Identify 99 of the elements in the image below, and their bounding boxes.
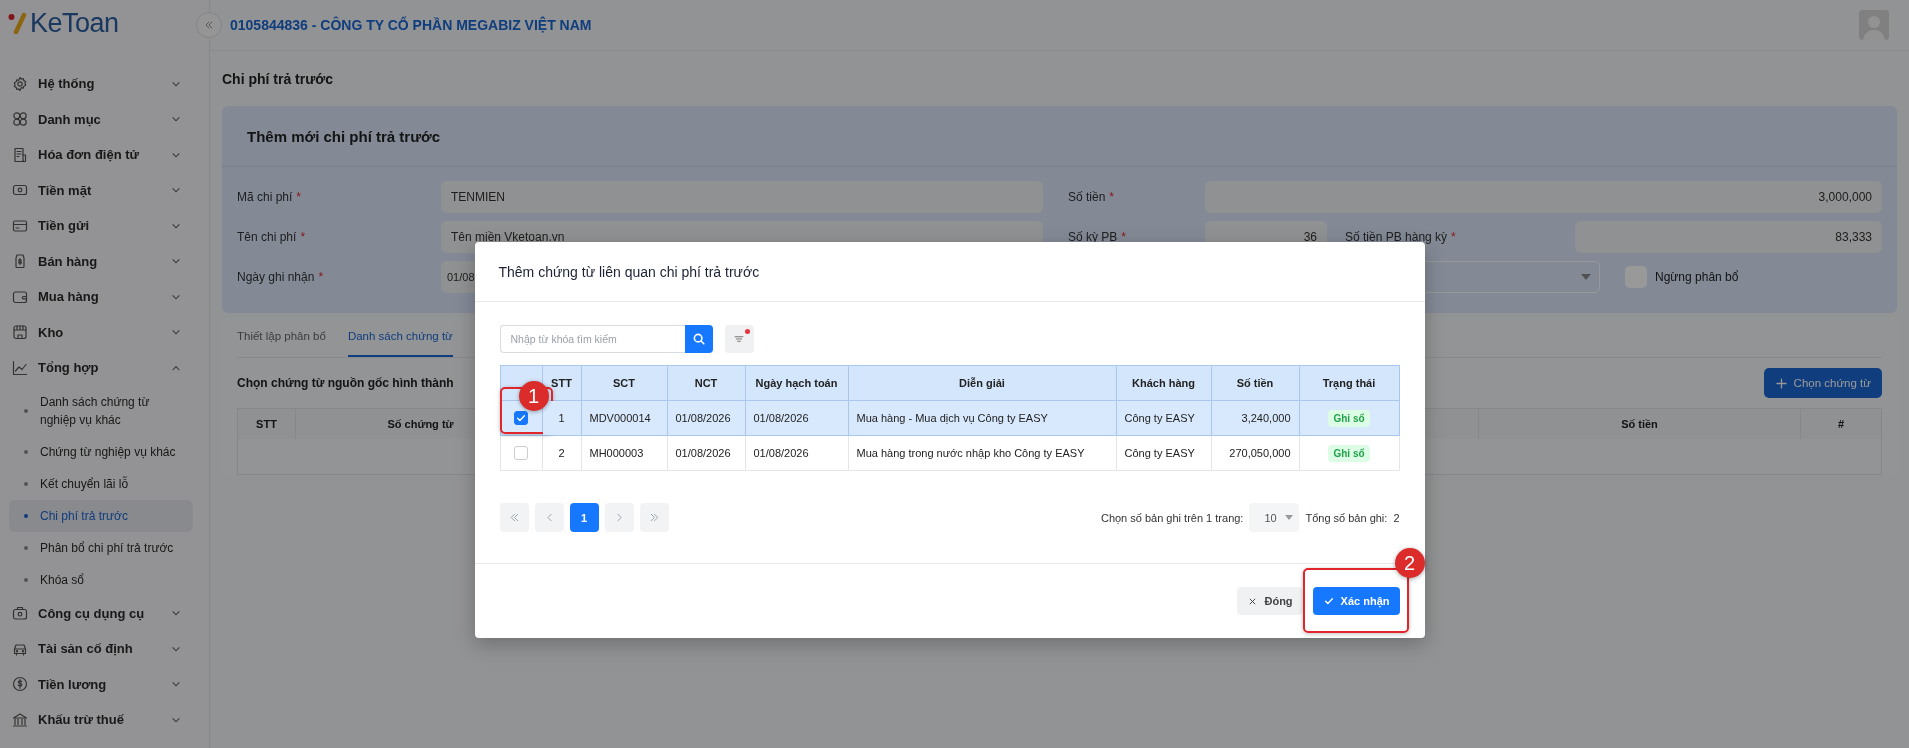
filter-button[interactable] <box>724 325 754 353</box>
nav-item[interactable]: Hệ thống <box>0 66 209 102</box>
nav-item[interactable]: Bán hàng <box>0 243 209 279</box>
table-cell: 3,240,000 <box>1241 412 1291 424</box>
tab[interactable]: Danh sách chứng từ <box>347 317 453 357</box>
nav-subitem[interactable]: Chứng từ nghiệp vụ khác <box>9 435 193 468</box>
grid-icon <box>12 111 28 128</box>
logo-icon <box>8 12 28 34</box>
column-header: Số tiền <box>1479 408 1801 439</box>
column-header: Trạng thái <box>1299 365 1399 401</box>
table-cell: MDV000014 <box>589 412 651 424</box>
total-label: Tổng số bản ghi: <box>1305 511 1388 524</box>
dialog-title: Thêm chứng từ liên quan chi phí trả trước <box>474 242 1425 302</box>
column-header: SCT <box>581 365 667 401</box>
field-label: Tên chi phí * <box>237 229 307 246</box>
wallet-icon <box>12 288 28 305</box>
nav-subitem[interactable]: Chi phí trả trước <box>9 499 193 532</box>
nav-item[interactable]: Kho <box>0 314 209 350</box>
nav-item[interactable]: Tiền gửi <box>0 208 209 244</box>
input-field[interactable]: 3,000,000 <box>1205 181 1882 213</box>
callout-badge: 2 <box>1394 548 1425 578</box>
table-cell: Mua hàng - Mua dịch vụ Công ty EASY <box>856 412 1048 424</box>
choose-documents-button[interactable]: Chọn chứng từ <box>1763 368 1882 398</box>
money-tag-icon <box>12 253 28 270</box>
caret-icon <box>1581 274 1591 280</box>
nav-item[interactable]: Hóa đơn điện tử <box>0 137 209 173</box>
store-icon <box>12 324 28 341</box>
nav-item[interactable]: Tiền mặt <box>0 172 209 208</box>
search-button[interactable] <box>684 325 713 353</box>
nav-item[interactable]: Khấu trừ thuế <box>0 702 209 738</box>
nav-item[interactable]: Tiền lương <box>0 666 209 702</box>
checkbox[interactable] <box>514 446 528 460</box>
input-field[interactable]: 83,333 <box>1575 221 1882 253</box>
nav-item[interactable]: Danh mục <box>0 101 209 137</box>
check-icon <box>515 412 527 424</box>
table-cell: Mua hàng trong nước nhập kho Công ty EASY <box>856 447 1085 459</box>
section-title: Chọn chứng từ nguồn gốc hình thành <box>237 376 454 390</box>
toolbox-icon <box>12 605 28 622</box>
column-header: Ngày hạch toán <box>745 365 848 401</box>
nav-item[interactable]: Công cụ dụng cụ <box>0 595 209 631</box>
table-cell: 01/08/2026 <box>675 447 731 459</box>
confirm-button[interactable]: Xác nhận <box>1312 587 1400 615</box>
page-size-select[interactable]: 10 <box>1249 503 1300 532</box>
page-title: Chi phí trả trước <box>221 69 335 89</box>
total-count: 2 <box>1393 511 1400 524</box>
table-cell: MH000003 <box>589 447 644 459</box>
checkbox-label: Ngừng phân bổ <box>1655 270 1739 284</box>
field-label: Số tiền * <box>1068 189 1116 206</box>
check-icon <box>1322 595 1335 607</box>
table-cell: 2 <box>558 447 565 459</box>
search-field[interactable]: Nhập từ khóa tìm kiếm <box>499 325 685 353</box>
table-cell: 01/08/2026 <box>675 412 731 424</box>
column-header: STT <box>542 365 581 401</box>
nav-subitem[interactable]: Phân bổ chi phí trả trước <box>9 531 193 564</box>
search-icon <box>691 332 706 346</box>
column-header: Khách hàng <box>1116 365 1211 401</box>
last-page-button[interactable] <box>639 503 669 532</box>
receipt-icon <box>12 146 28 163</box>
checkbox[interactable] <box>514 411 528 425</box>
double-chevron-left-icon <box>203 19 215 31</box>
nav-item[interactable]: Tài sản cố định <box>0 631 209 667</box>
column-header: Diễn giải <box>848 365 1116 401</box>
table-cell: Công ty EASY <box>1124 412 1195 424</box>
close-button[interactable]: Đóng <box>1237 587 1303 615</box>
nav-item[interactable]: Tổng hợp <box>0 350 209 386</box>
table-cell: 01/08/2026 <box>753 412 809 424</box>
card-icon <box>12 217 28 234</box>
column-header: STT <box>237 408 296 439</box>
next-page-button[interactable] <box>604 503 634 532</box>
table-cell: 01/08/2026 <box>753 447 809 459</box>
table-cell: Công ty EASY <box>1124 447 1195 459</box>
company-name: 0105844836 - CÔNG TY CỔ PHẦN MEGABIZ VIỆT NAM <box>230 17 593 33</box>
bank-icon <box>12 711 28 728</box>
caret-icon <box>1285 515 1294 520</box>
nav-item[interactable]: Mua hàng <box>0 279 209 315</box>
column-header: # <box>1801 408 1882 439</box>
nav-subitem[interactable]: Kết chuyển lãi lỗ <box>9 467 193 500</box>
status-tag: Ghi sổ <box>1328 409 1370 427</box>
field-label: Ngày ghi nhận * <box>237 269 325 286</box>
table-cell: 1 <box>558 412 565 424</box>
column-header: NCT <box>667 365 745 401</box>
field-label: Mã chi phí * <box>237 189 303 206</box>
gear-icon <box>12 75 28 92</box>
plus-icon <box>1774 376 1788 390</box>
first-page-button[interactable] <box>499 503 529 532</box>
column-header: Số tiền <box>1211 365 1299 401</box>
input-field[interactable]: TENMIEN <box>441 181 1043 213</box>
page-size-label: Chọn số bản ghi trên 1 trang: <box>1100 511 1244 524</box>
nav-subitem[interactable]: Danh sách chứng từ nghiệp vụ khác <box>9 385 193 436</box>
dollar-circle-icon <box>12 676 28 693</box>
card-title: Thêm mới chi phí trả trước <box>222 106 1897 167</box>
previous-page-button[interactable] <box>534 503 564 532</box>
status-tag: Ghi sổ <box>1328 444 1370 462</box>
page-button[interactable]: 1 <box>569 503 599 532</box>
chart-icon <box>12 359 28 376</box>
logo-text: KeToan <box>30 8 119 38</box>
tab[interactable]: Thiết lập phân bổ <box>237 317 326 357</box>
nav-subitem[interactable]: Khóa sổ <box>9 563 193 596</box>
table-cell: 270,050,000 <box>1229 447 1291 459</box>
